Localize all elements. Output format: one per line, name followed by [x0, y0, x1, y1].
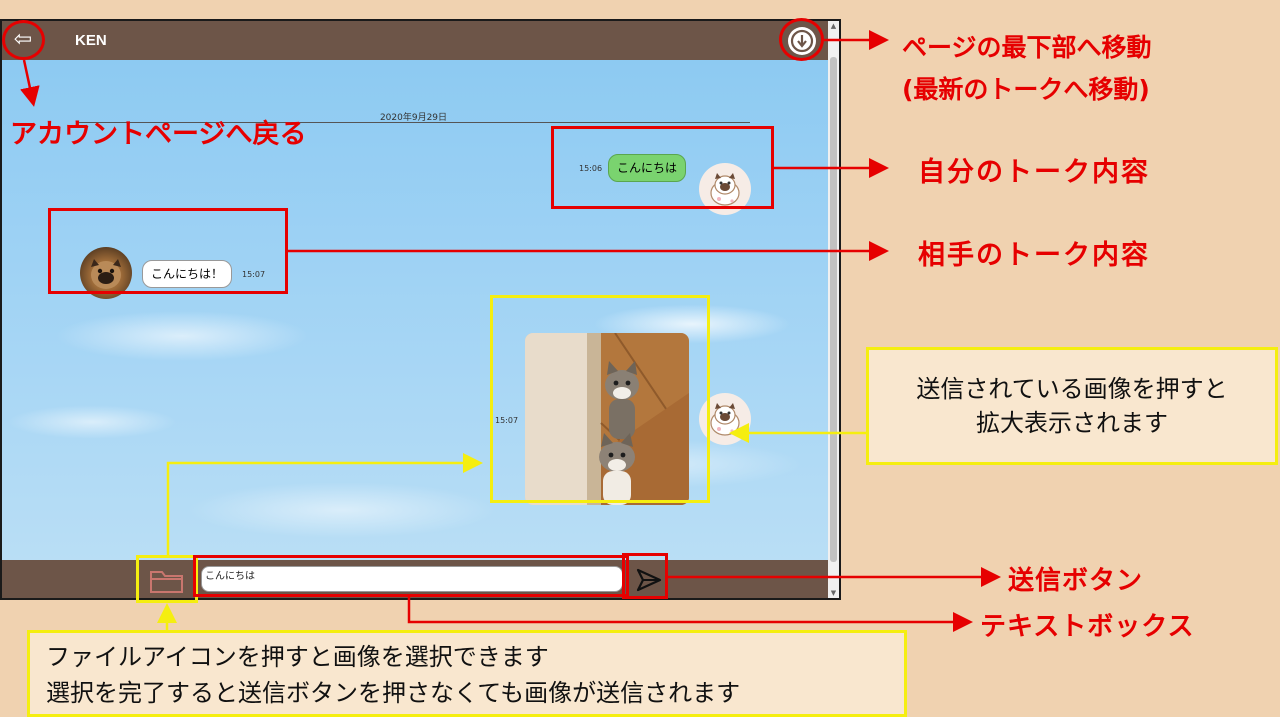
my-message-highlight	[551, 126, 774, 209]
scroll-down-arrow-icon[interactable]: ▼	[828, 588, 839, 598]
file-note-line: ファイルアイコンを押すと画像を選択できます	[46, 643, 549, 671]
file-button-highlight	[136, 555, 198, 603]
image-note-line: 拡大表示されます	[976, 409, 1168, 437]
text-box-label: テキストボックス	[980, 612, 1195, 642]
chat-partner-name: KEN	[75, 32, 107, 49]
back-button-highlight	[2, 20, 45, 60]
partner-message-highlight	[48, 208, 288, 294]
image-highlight	[490, 295, 710, 503]
scroll-bottom-sub-label: (最新のトークへ移動)	[902, 75, 1150, 104]
scrollbar[interactable]: ▲ ▼	[828, 21, 839, 598]
scroll-button-highlight	[779, 18, 824, 61]
partner-message-label: 相手のトーク内容	[918, 240, 1150, 271]
scroll-up-arrow-icon[interactable]: ▲	[828, 21, 839, 31]
scrollbar-thumb[interactable]	[830, 57, 837, 562]
image-note: 送信されている画像を押すと 拡大表示されます	[866, 347, 1278, 465]
header-bar: ⇦ KEN	[2, 21, 839, 60]
text-box-highlight	[193, 555, 629, 597]
scroll-bottom-label: ページの最下部へ移動	[902, 33, 1152, 62]
back-label: アカウントページへ戻る	[10, 119, 307, 150]
file-note-line: 選択を完了すると送信ボタンを押さなくても画像が送信されます	[46, 679, 741, 707]
send-button-highlight	[622, 553, 668, 599]
image-note-line: 送信されている画像を押すと	[916, 375, 1228, 403]
chat-window: ⇦ KEN 2020年9月29日 15:06 こんにちは こんにちは！ 15:0…	[0, 19, 841, 600]
file-note: ファイルアイコンを押すと画像を選択できます 選択を完了すると送信ボタンを押さなく…	[27, 630, 907, 717]
my-message-label: 自分のトーク内容	[918, 157, 1150, 188]
send-button-label: 送信ボタン	[1008, 566, 1144, 596]
